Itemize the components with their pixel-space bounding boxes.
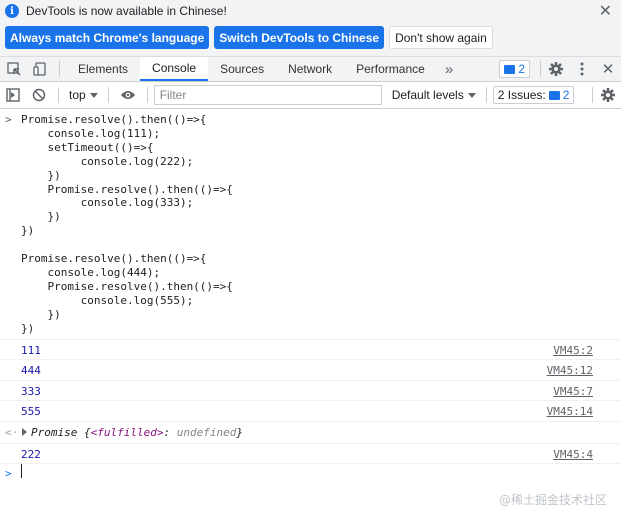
promise-suffix: } (236, 426, 243, 439)
log-levels-label: Default levels (391, 88, 464, 102)
devtools-tabbar: Elements Console Sources Network Perform… (0, 57, 621, 82)
promise-state-key: <fulfilled> (90, 426, 164, 439)
divider (540, 61, 541, 77)
log-row: 444 VM45:12 (0, 359, 621, 380)
code-entry: Promise.resolve().then(()=>{ console.log… (21, 113, 233, 335)
log-value: 111 (21, 344, 41, 357)
context-selector-value: top (69, 88, 86, 102)
divider (592, 87, 593, 103)
language-infobar: i DevTools is now available in Chinese! … (0, 0, 621, 57)
eye-icon[interactable] (115, 83, 141, 107)
info-icon: i (5, 4, 19, 18)
dropdown-arrow-icon (89, 92, 98, 98)
infobar-buttons: Always match Chrome's language Switch De… (5, 26, 493, 49)
log-levels-dropdown[interactable]: Default levels (388, 88, 480, 102)
issues-badge[interactable]: 2 (499, 60, 530, 78)
console-issues-button[interactable]: 2 Issues: 2 (492, 86, 575, 104)
device-toolbar-icon[interactable] (27, 57, 53, 81)
issues-count: 2 (562, 88, 570, 102)
log-row: 555 VM45:14 (0, 400, 621, 421)
log-row: 333 VM45:7 (0, 380, 621, 401)
log-row: 222 VM45:4 (0, 443, 621, 464)
settings-gear-icon[interactable] (543, 57, 569, 81)
more-tabs-icon[interactable]: » (437, 57, 461, 81)
filter-input[interactable]: Filter (153, 85, 382, 105)
text-caret (21, 464, 22, 478)
return-value-row[interactable]: <· Promise {<fulfilled>: undefined} (0, 421, 621, 442)
tab-elements[interactable]: Elements (66, 57, 140, 81)
log-source-link[interactable]: VM45:12 (547, 364, 593, 377)
divider (59, 61, 60, 77)
always-match-language-button[interactable]: Always match Chrome's language (5, 26, 210, 49)
log-value: 555 (21, 405, 41, 418)
console-output: > Promise.resolve().then(()=>{ console.l… (0, 109, 621, 515)
log-source-link[interactable]: VM45:7 (553, 385, 593, 398)
divider (107, 87, 109, 103)
promise-object[interactable]: Promise {<fulfilled>: undefined} (22, 426, 243, 439)
console-settings-gear-icon[interactable] (595, 83, 621, 107)
return-arrow-icon: <· (5, 426, 19, 439)
message-icon (504, 64, 516, 74)
close-icon[interactable]: ✕ (599, 1, 612, 21)
sidebar-toggle-icon[interactable] (0, 83, 26, 107)
tab-network[interactable]: Network (276, 57, 344, 81)
message-icon (548, 90, 560, 100)
kebab-menu-icon[interactable] (569, 57, 595, 81)
tab-performance[interactable]: Performance (344, 57, 437, 81)
infobar-message-row: i DevTools is now available in Chinese! (5, 3, 227, 19)
divider (146, 87, 148, 103)
console-prompt-row[interactable]: > (0, 463, 621, 488)
prompt-chevron-icon: > (5, 467, 12, 480)
switch-to-chinese-button[interactable]: Switch DevTools to Chinese (214, 26, 385, 49)
tab-sources[interactable]: Sources (208, 57, 276, 81)
log-value: 222 (21, 448, 41, 461)
close-devtools-icon[interactable]: ✕ (595, 57, 621, 81)
promise-state-value: undefined (176, 426, 237, 439)
issues-label: 2 Issues: (497, 88, 546, 102)
tab-console[interactable]: Console (140, 57, 209, 81)
dont-show-again-button[interactable]: Don't show again (389, 26, 493, 49)
log-row: 111 VM45:2 (0, 339, 621, 360)
log-source-link[interactable]: VM45:4 (553, 448, 593, 461)
promise-sep: : (163, 426, 177, 439)
log-source-link[interactable]: VM45:2 (553, 344, 593, 357)
dropdown-arrow-icon (467, 92, 476, 98)
log-value: 333 (21, 385, 41, 398)
input-chevron-icon: > (5, 113, 12, 126)
log-value: 444 (21, 364, 41, 377)
issues-badge-count: 2 (518, 62, 525, 76)
watermark: @稀土掘金技术社区 (498, 493, 607, 507)
console-toolbar: top Filter Default levels 2 Issues: 2 (0, 82, 621, 109)
promise-prefix: Promise { (31, 426, 91, 439)
clear-console-icon[interactable] (26, 83, 52, 107)
divider (58, 87, 59, 103)
log-source-link[interactable]: VM45:14 (547, 405, 593, 418)
context-selector[interactable]: top (65, 88, 102, 102)
expand-triangle-icon[interactable] (22, 428, 27, 436)
divider (485, 87, 487, 103)
inspect-element-icon[interactable] (1, 57, 27, 81)
infobar-message: DevTools is now available in Chinese! (26, 4, 227, 18)
